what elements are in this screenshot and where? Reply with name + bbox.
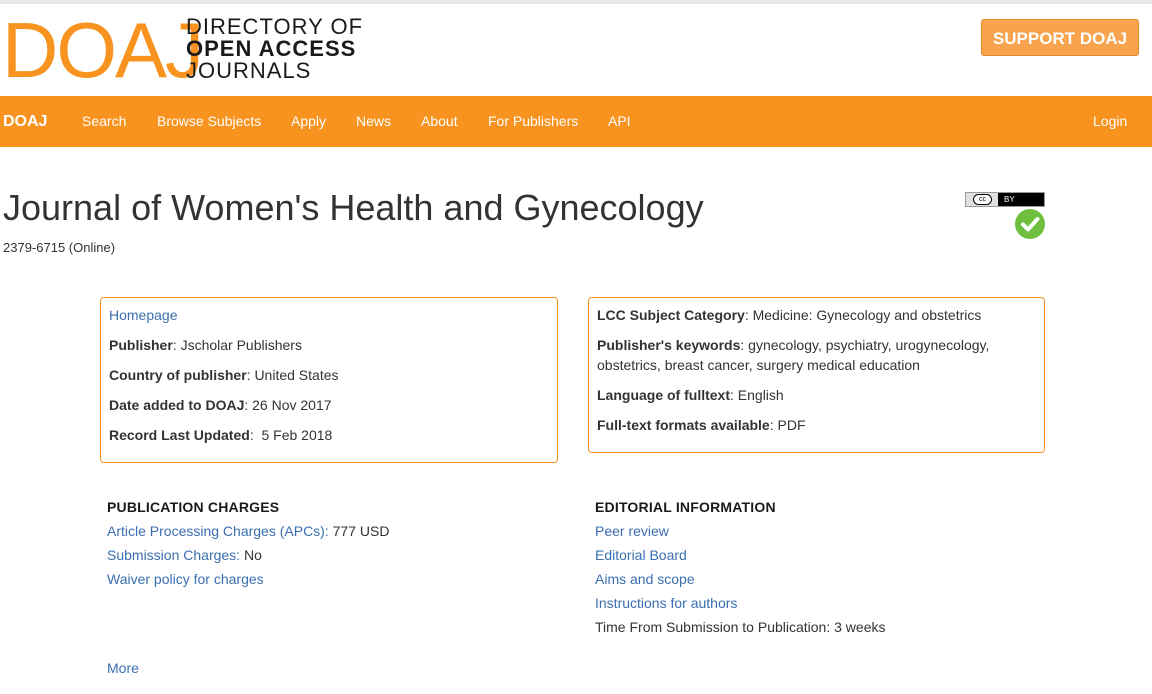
nav-item-search[interactable]: Search bbox=[82, 96, 126, 147]
nav-item-api[interactable]: API bbox=[608, 96, 631, 147]
lcc-label: LCC Subject Category bbox=[597, 307, 745, 323]
cc-by-label: BY bbox=[1004, 195, 1015, 204]
nav-login-link[interactable]: Login bbox=[1093, 96, 1127, 147]
submission-charges-link[interactable]: Submission Charges: bbox=[107, 547, 240, 563]
country-label: Country of publisher bbox=[109, 367, 247, 383]
lcc-row: LCC Subject Category: Medicine: Gynecolo… bbox=[597, 305, 1036, 325]
publisher-value: : Jscholar Publishers bbox=[172, 337, 302, 353]
logo-line-1: DIRECTORY OF bbox=[186, 14, 364, 39]
publication-charges-heading: PUBLICATION CHARGES bbox=[107, 499, 280, 515]
journal-issn: 2379-6715 (Online) bbox=[3, 240, 116, 255]
country-row: Country of publisher: United States bbox=[109, 365, 549, 385]
waiver-policy-link[interactable]: Waiver policy for charges bbox=[107, 571, 264, 587]
more-link[interactable]: More bbox=[107, 660, 139, 676]
keywords-value-2: obstetrics, breast cancer, surgery medic… bbox=[597, 357, 920, 373]
last-updated-label: Record Last Updated bbox=[109, 427, 250, 443]
logo-line-3: JOURNALS bbox=[186, 58, 312, 83]
nav-item-news[interactable]: News bbox=[356, 96, 391, 147]
keywords-row-2: obstetrics, breast cancer, surgery medic… bbox=[597, 355, 1036, 375]
logo-line-2: OPEN ACCESS bbox=[186, 36, 357, 61]
journal-title: Journal of Women's Health and Gynecology bbox=[3, 187, 704, 228]
nav-item-about[interactable]: About bbox=[421, 96, 458, 147]
main-navbar: DOAJ Search Browse Subjects Apply News A… bbox=[0, 96, 1152, 147]
publisher-label: Publisher bbox=[109, 337, 173, 353]
date-added-row: Date added to DOAJ: 26 Nov 2017 bbox=[109, 395, 549, 415]
country-value: : United States bbox=[246, 367, 339, 383]
nav-item-apply[interactable]: Apply bbox=[291, 96, 326, 147]
keywords-label: Publisher's keywords bbox=[597, 337, 741, 353]
support-doaj-button[interactable]: SUPPORT DOAJ bbox=[981, 19, 1139, 56]
date-added-label: Date added to DOAJ bbox=[109, 397, 245, 413]
site-header: DOAJ DIRECTORY OF OPEN ACCESS JOURNALS S… bbox=[0, 4, 1152, 96]
publisher-row: Publisher: Jscholar Publishers bbox=[109, 335, 549, 355]
editorial-board-link[interactable]: Editorial Board bbox=[595, 547, 687, 563]
language-row: Language of fulltext: English bbox=[597, 385, 1036, 405]
apc-row: Article Processing Charges (APCs): 777 U… bbox=[107, 523, 389, 539]
cc-badge-left: cc bbox=[966, 193, 999, 206]
journal-details-box: Homepage Publisher: Jscholar Publishers … bbox=[100, 297, 558, 463]
editorial-information-heading: EDITORIAL INFORMATION bbox=[595, 499, 776, 515]
doaj-logo-mark[interactable]: DOAJ bbox=[2, 11, 204, 89]
nav-item-browse-subjects[interactable]: Browse Subjects bbox=[157, 96, 261, 147]
check-icon bbox=[1021, 217, 1040, 232]
time-to-publication: Time From Submission to Publication: 3 w… bbox=[595, 619, 886, 635]
submission-charges-row: Submission Charges: No bbox=[107, 547, 262, 563]
keywords-row: Publisher's keywords: gynecology, psychi… bbox=[597, 335, 1036, 355]
cc-icon: cc bbox=[973, 194, 992, 205]
nav-brand-doaj[interactable]: DOAJ bbox=[3, 96, 47, 147]
formats-label: Full-text formats available bbox=[597, 417, 770, 433]
aims-scope-link[interactable]: Aims and scope bbox=[595, 571, 695, 587]
formats-value: : PDF bbox=[769, 417, 806, 433]
apc-link[interactable]: Article Processing Charges (APCs): bbox=[107, 523, 329, 539]
journal-subject-box: LCC Subject Category: Medicine: Gynecolo… bbox=[588, 297, 1045, 453]
keywords-value-1: : gynecology, psychiatry, urogynecology, bbox=[740, 337, 990, 353]
lcc-value: : Medicine: Gynecology and obstetrics bbox=[744, 307, 982, 323]
formats-row: Full-text formats available: PDF bbox=[597, 415, 1036, 435]
language-label: Language of fulltext bbox=[597, 387, 730, 403]
nav-item-for-publishers[interactable]: For Publishers bbox=[488, 96, 578, 147]
last-updated-value: : 5 Feb 2018 bbox=[249, 427, 333, 443]
peer-review-link[interactable]: Peer review bbox=[595, 523, 669, 539]
last-updated-row: Record Last Updated: 5 Feb 2018 bbox=[109, 425, 549, 445]
doaj-logo-wordmark[interactable]: DIRECTORY OF OPEN ACCESS JOURNALS bbox=[186, 16, 363, 82]
apc-value: 777 USD bbox=[328, 523, 390, 539]
doaj-seal-check-icon[interactable] bbox=[1015, 209, 1045, 239]
date-added-value: : 26 Nov 2017 bbox=[244, 397, 332, 413]
instructions-authors-link[interactable]: Instructions for authors bbox=[595, 595, 737, 611]
cc-by-license-badge[interactable]: cc BY bbox=[965, 192, 1045, 207]
homepage-link[interactable]: Homepage bbox=[109, 307, 178, 323]
submission-charges-value: No bbox=[240, 547, 262, 563]
language-value: : English bbox=[730, 387, 784, 403]
